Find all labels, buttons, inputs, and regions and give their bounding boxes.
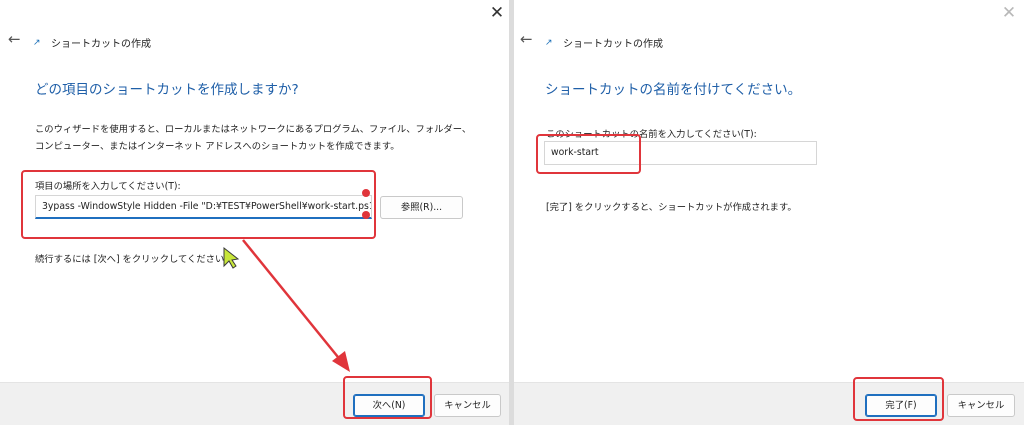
close-icon[interactable]: ✕ [486,2,508,24]
dialog-footer: 完了(F) キャンセル [514,382,1024,425]
create-shortcut-dialog-step1: ✕ ← ↗ ショートカットの作成 どの項目のショートカットを作成しますか? この… [0,0,509,425]
create-shortcut-dialog-step2: ✕ ← ↗ ショートカットの作成 ショートカットの名前を付けてください。 このシ… [514,0,1024,425]
scroll-up-icon[interactable] [362,189,370,197]
browse-button[interactable]: 参照(R)... [380,196,463,219]
shortcut-icon: ↗ [545,38,553,48]
scroll-down-icon[interactable] [362,211,370,219]
shortcut-icon: ↗ [33,38,41,48]
finish-instruction: [完了] をクリックすると、ショートカットが作成されます。 [546,202,797,213]
location-input[interactable]: 3ypass -WindowStyle Hidden -File "D:¥TES… [35,195,372,219]
dialog-footer: 次へ(N) キャンセル [0,382,509,425]
cancel-button[interactable]: キャンセル [434,394,501,417]
next-button[interactable]: 次へ(N) [353,394,425,417]
location-label: 項目の場所を入力してください(T): [35,181,181,192]
page-heading: ショートカットの名前を付けてください。 [545,82,802,98]
back-arrow-icon[interactable]: ← [8,30,21,48]
continue-instruction: 続行するには [次へ] をクリックしてください。 [35,254,234,265]
page-heading: どの項目のショートカットを作成しますか? [35,82,299,98]
name-label: このショートカットの名前を入力してください(T): [546,129,757,140]
finish-button[interactable]: 完了(F) [865,394,937,417]
wizard-description: このウィザードを使用すると、ローカルまたはネットワークにあるプログラム、ファイル… [35,124,472,152]
shortcut-name-input[interactable]: work-start [544,141,817,165]
window-title: ショートカットの作成 [51,39,151,50]
close-icon: ✕ [1001,3,1017,23]
back-arrow-icon[interactable]: ← [520,30,533,48]
window-title: ショートカットの作成 [563,39,663,50]
cancel-button[interactable]: キャンセル [947,394,1015,417]
